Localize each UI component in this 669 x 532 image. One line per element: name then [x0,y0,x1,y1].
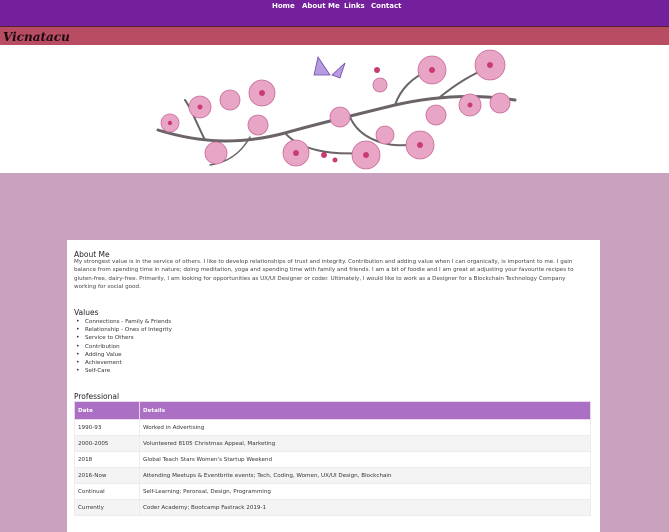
main-content: About Me My strongest value is in the se… [67,240,600,532]
table-cell: 1990-93 [74,419,140,436]
site-logo[interactable]: Vicnatacu [3,30,70,44]
table-cell: Worked in Advertising [139,419,591,436]
list-item: Adding Value [76,351,172,359]
nav-home[interactable]: Home [272,2,295,10]
nav-about-me[interactable]: About Me [302,2,340,10]
list-item: Contribution [76,343,172,351]
column-header-details: Details [139,401,591,420]
table-cell: Global Teach Stars Women's Startup Weeke… [139,451,591,468]
brand-bar: Vicnatacu [0,26,669,46]
table-cell: Volunteered 8105 Christmas Appeal, Marke… [139,435,591,452]
table-cell: 2000-2005 [74,435,140,452]
values-list: Connections - Family & Friends Relations… [75,318,172,376]
table-row: 1990-93 Worked in Advertising [74,419,591,436]
list-item: Achievement [76,359,172,367]
professional-table: Date Details 1990-93 Worked in Advertisi… [74,401,591,516]
table-row: Continual Self-Learning; Peronsal, Desig… [74,483,591,500]
table-row: Currently Coder Academy; Bootcamp Fastra… [74,499,591,516]
table-row: 2000-2005 Volunteered 8105 Christmas App… [74,435,591,452]
list-item: Connections - Family & Friends [76,318,172,326]
table-cell: Self-Learning; Peronsal, Design, Program… [139,483,591,500]
banner [0,45,669,173]
values-heading: Values [74,308,99,317]
table-cell: 2016-Now [74,467,140,484]
nav-links[interactable]: Links [344,2,365,10]
list-item: Service to Others [76,334,172,342]
table-cell: Coder Academy; Bootcamp Fastrack 2019-1 [139,499,591,516]
top-nav: Home About Me Links Contact [0,0,669,26]
table-cell: Continual [74,483,140,500]
column-header-date: Date [74,401,140,420]
cherry-blossom-illustration [156,49,517,170]
table-cell: 2018 [74,451,140,468]
list-item: Relationship - Ones of Integrity [76,326,172,334]
table-header: Date Details [74,401,591,420]
table-cell: Currently [74,499,140,516]
table-row: 2016-Now Attending Meetups & Eventbrite … [74,467,591,484]
table-cell: Attending Meetups & Eventbrite events; T… [139,467,591,484]
list-item: Self-Care [76,367,172,375]
professional-heading: Professional [74,392,120,401]
about-text: My strongest value is in the service of … [74,259,574,290]
table-row: 2018 Global Teach Stars Women's Startup … [74,451,591,468]
nav-contact[interactable]: Contact [371,2,402,10]
